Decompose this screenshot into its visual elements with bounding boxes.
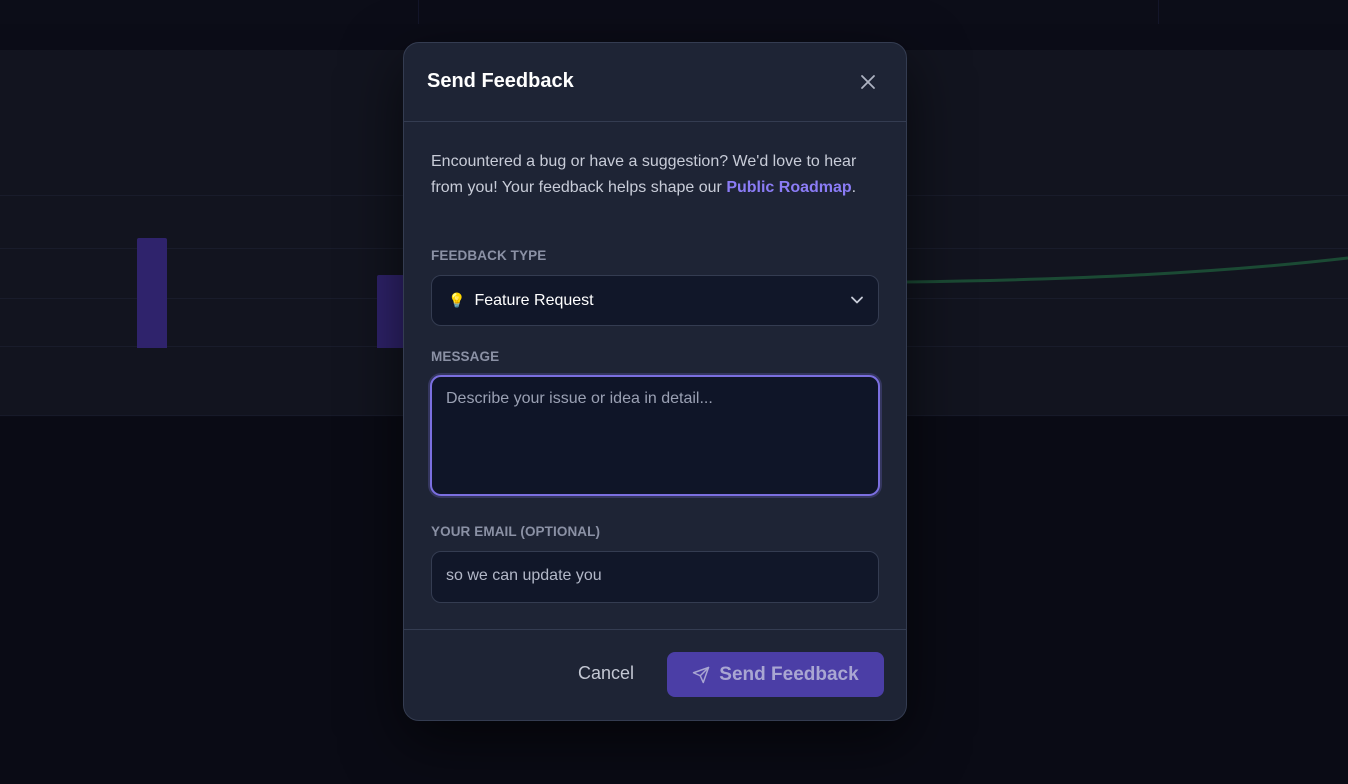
feedback-type-label: FEEDBACK TYPE [431,248,547,263]
modal-header: Send Feedback [404,43,906,122]
modal-title: Send Feedback [427,70,574,92]
message-label: MESSAGE [431,349,500,364]
modal-footer: Cancel Send Feedback [404,630,906,720]
email-label: YOUR EMAIL (OPTIONAL) [431,524,601,539]
close-icon [861,75,875,89]
intro-text: Encountered a bug or have a suggestion? … [431,153,857,196]
send-icon [692,666,710,684]
modal-body: Encountered a bug or have a suggestion? … [404,122,906,630]
send-feedback-button[interactable]: Send Feedback [667,652,884,697]
feedback-type-select[interactable]: 💡 Feature Request [431,275,879,326]
close-button[interactable] [856,70,880,94]
email-input[interactable]: so we can update you [431,551,879,603]
chevron-down-icon [851,296,863,304]
email-placeholder: so we can update you [446,567,602,584]
send-feedback-label: Send Feedback [719,663,859,685]
background-topbar [0,0,1348,24]
message-placeholder: Describe your issue or idea in detail... [446,390,713,407]
feedback-type-value: Feature Request [474,291,594,309]
cancel-button[interactable]: Cancel [578,663,634,684]
public-roadmap-link[interactable]: Public Roadmap [726,179,851,196]
lightbulb-icon: 💡 [448,292,466,308]
message-textarea[interactable]: Describe your issue or idea in detail... [430,375,880,496]
feedback-modal: Send Feedback Encountered a bug or have … [403,42,907,721]
